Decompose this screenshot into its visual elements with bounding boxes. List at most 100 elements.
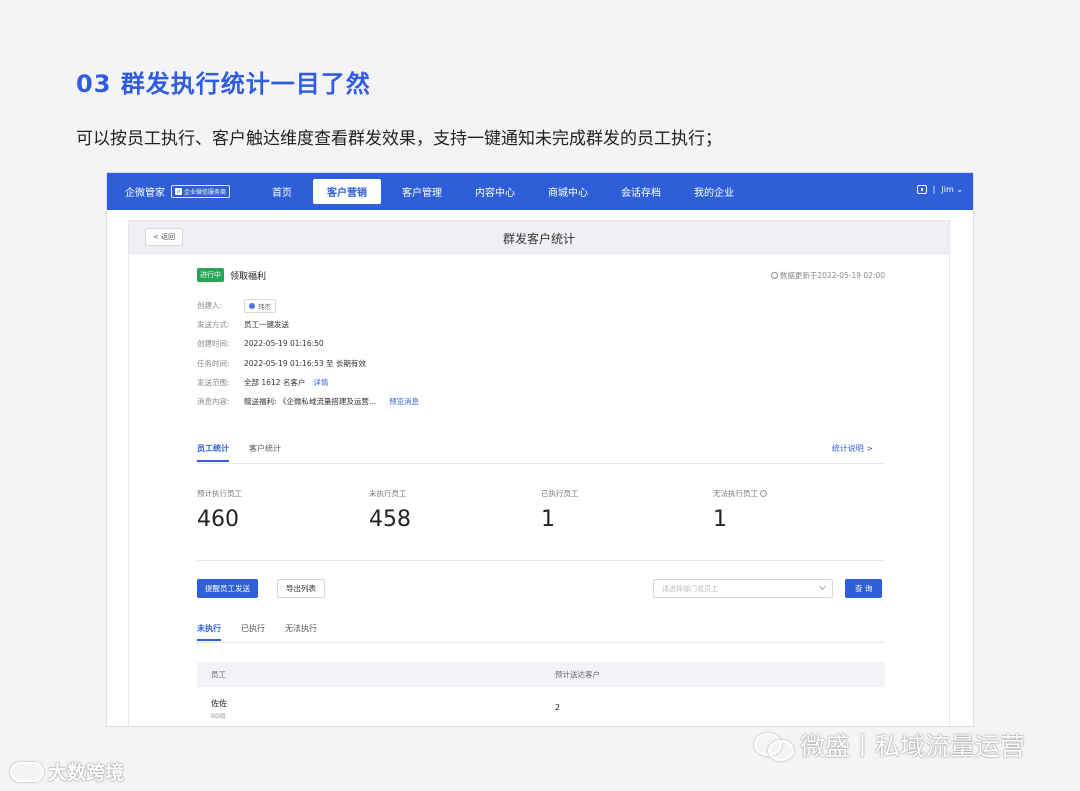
info-label: 发送方式: xyxy=(197,320,230,330)
brand-tag: ⌕ 企业微信服务商 xyxy=(171,185,231,198)
info-row-range: 发送范围: 全部 1612 名客户 详情 xyxy=(197,373,885,392)
stat-value: 460 xyxy=(197,507,239,532)
task-info: 创建人: 玮杰 发送方式: 员工一键发送 创建时间: 2022-05-19 01… xyxy=(197,296,885,411)
info-row-created: 创建时间: 2022-05-19 01:16:50 xyxy=(197,334,885,353)
info-value: 全部 1612 名客户 xyxy=(244,377,306,387)
info-row-creator: 创建人: 玮杰 xyxy=(197,296,885,315)
expected-customers-cell: 2 xyxy=(555,703,561,712)
watermark-left-text: 大数跨境 xyxy=(48,762,125,784)
info-value: 员工一键发送 xyxy=(244,320,289,330)
info-row-content: 消息内容: 赠送福利: 《企微私域流量搭建及运营... 预览消息 xyxy=(197,392,885,411)
stat-value: 1 xyxy=(541,507,555,532)
tab-employee-stats[interactable]: 员工统计 xyxy=(197,443,229,462)
nav-separator: | xyxy=(932,185,936,194)
info-value: 赠送福利: 《企微私域流量搭建及运营... xyxy=(244,397,377,407)
wechat-icon xyxy=(754,731,794,761)
select-placeholder: 请选择部门或员工 xyxy=(662,585,718,593)
user-icon xyxy=(249,302,255,309)
info-row-send-method: 发送方式: 员工一键发送 xyxy=(197,315,885,334)
stat-label: 预计执行员工 xyxy=(197,489,242,498)
query-button[interactable]: 查 询 xyxy=(845,579,883,598)
stat-label: 无法执行员工 xyxy=(713,489,758,498)
panel-title: 群发客户统计 xyxy=(502,232,575,246)
employee-name: 佐佐 xyxy=(211,699,227,708)
data-updated-text: 数据更新于2022-05-19 02:00 xyxy=(779,271,885,280)
info-row-duration: 任务时间: 2022-05-19 01:16:53 至 长期有效 xyxy=(197,354,885,373)
tab-customer-stats[interactable]: 客户统计 xyxy=(249,443,281,460)
panel-content: 进行中 领取福利 数据更新于2022-05-19 02:00 创建人: 玮杰 发… xyxy=(197,268,885,720)
user-menu[interactable]: Jim ⌄ xyxy=(941,185,963,194)
stat-label-wrap: 无法执行员工 xyxy=(713,488,767,499)
user-name: Jim xyxy=(941,185,954,194)
user-area: | Jim ⌄ xyxy=(916,185,963,194)
search-icon: ⌕ xyxy=(175,188,182,195)
nav-item-customer-management[interactable]: 客户管理 xyxy=(390,179,454,204)
remind-employees-button[interactable]: 提醒员工发送 xyxy=(197,579,258,598)
nav-items: 首页 客户营销 客户管理 内容中心 商城中心 会话存档 我的企业 xyxy=(260,179,755,204)
info-icon[interactable] xyxy=(760,490,767,497)
employee-cell: 佐佐 BD组 xyxy=(211,698,227,720)
action-bar: 提醒员工发送 导出列表 请选择部门或员工 查 询 xyxy=(197,579,885,599)
creator-chip: 玮杰 xyxy=(244,298,276,313)
stat-expected: 预计执行员工 460 xyxy=(197,488,242,532)
stats-tabs: 员工统计 客户统计 统计说明 > xyxy=(197,443,885,464)
stat-not-executed: 未执行员工 458 xyxy=(369,488,411,532)
info-value: 2022-05-19 01:16:53 至 长期有效 xyxy=(244,358,366,368)
divider xyxy=(197,560,885,561)
employee-table: 员工 预计送达客户 佐佐 BD组 2 xyxy=(197,662,885,726)
execution-tabs: 未执行 已执行 无法执行 xyxy=(197,623,885,643)
column-header: 员工 xyxy=(211,670,226,679)
stats-explanation-link[interactable]: 统计说明 > xyxy=(832,443,873,454)
stat-executed: 已执行员工 1 xyxy=(541,488,579,532)
info-label: 消息内容: xyxy=(197,397,230,407)
nav-item-chat-archive[interactable]: 会话存档 xyxy=(609,179,673,204)
section-description: 可以按员工执行、客户触达维度查看群发效果，支持一键通知未完成群发的员工执行； xyxy=(76,129,722,149)
nav-item-customer-marketing[interactable]: 客户营销 xyxy=(313,179,382,204)
task-name: 领取福利 xyxy=(230,271,267,282)
brand[interactable]: 企微管家 ⌕ 企业微信服务商 xyxy=(125,184,231,199)
nav-item-mall-center[interactable]: 商城中心 xyxy=(536,179,600,204)
section-title: 03 群发执行统计一目了然 xyxy=(76,70,371,98)
column-header: 预计送达客户 xyxy=(555,670,600,679)
chevron-down-icon xyxy=(818,582,827,591)
logo-icon xyxy=(10,761,44,782)
stats-panel: < 返回 群发客户统计 进行中 领取福利 数据更新于2022-05-19 02:… xyxy=(128,220,950,726)
panel-header: < 返回 群发客户统计 xyxy=(129,221,949,254)
export-list-button[interactable]: 导出列表 xyxy=(277,579,325,598)
watermark-left: 大数跨境 xyxy=(10,758,124,785)
top-navbar: 企微管家 ⌕ 企业微信服务商 首页 客户营销 客户管理 内容中心 商城中心 会话… xyxy=(107,173,973,210)
watermark-right-text: 微盛丨私域流量运营 xyxy=(800,732,1026,761)
data-updated: 数据更新于2022-05-19 02:00 xyxy=(770,270,885,281)
clock-icon xyxy=(770,272,778,279)
table-header: 员工 预计送达客户 xyxy=(197,662,885,687)
nav-item-home[interactable]: 首页 xyxy=(260,179,304,204)
brand-name: 企微管家 xyxy=(125,188,165,199)
info-label: 创建人: xyxy=(197,301,223,311)
info-label: 任务时间: xyxy=(197,358,230,368)
info-label: 创建时间: xyxy=(197,339,230,349)
stat-cannot-execute: 无法执行员工 1 xyxy=(713,488,767,532)
notification-icon[interactable] xyxy=(916,185,927,194)
stat-value: 458 xyxy=(369,507,411,532)
tab-not-executed[interactable]: 未执行 xyxy=(197,623,221,641)
stat-label: 未执行员工 xyxy=(369,489,407,498)
stat-label: 已执行员工 xyxy=(541,489,579,498)
table-row[interactable]: 佐佐 BD组 2 xyxy=(197,687,885,726)
app-screenshot: 企微管家 ⌕ 企业微信服务商 首页 客户营销 客户管理 内容中心 商城中心 会话… xyxy=(106,172,974,727)
creator-name: 玮杰 xyxy=(258,302,271,311)
preview-message-link[interactable]: 预览消息 xyxy=(389,396,419,407)
stats-summary: 预计执行员工 460 未执行员工 458 已执行员工 1 无法执行员工 1 xyxy=(197,488,885,548)
nav-item-my-company[interactable]: 我的企业 xyxy=(682,179,746,204)
tab-executed[interactable]: 已执行 xyxy=(241,623,265,639)
nav-item-content-center[interactable]: 内容中心 xyxy=(463,179,527,204)
chevron-down-icon: ⌄ xyxy=(956,185,963,194)
info-label: 发送范围: xyxy=(197,377,230,387)
status-badge: 进行中 xyxy=(197,268,224,282)
info-value: 2022-05-19 01:16:50 xyxy=(244,339,324,349)
tab-cannot-execute[interactable]: 无法执行 xyxy=(285,623,317,639)
watermark-right: 微盛丨私域流量运营 xyxy=(754,727,1025,763)
stat-value: 1 xyxy=(713,507,727,532)
range-detail-link[interactable]: 详情 xyxy=(313,377,328,388)
brand-tag-label: 企业微信服务商 xyxy=(184,189,227,196)
department-employee-select[interactable]: 请选择部门或员工 xyxy=(653,579,833,598)
